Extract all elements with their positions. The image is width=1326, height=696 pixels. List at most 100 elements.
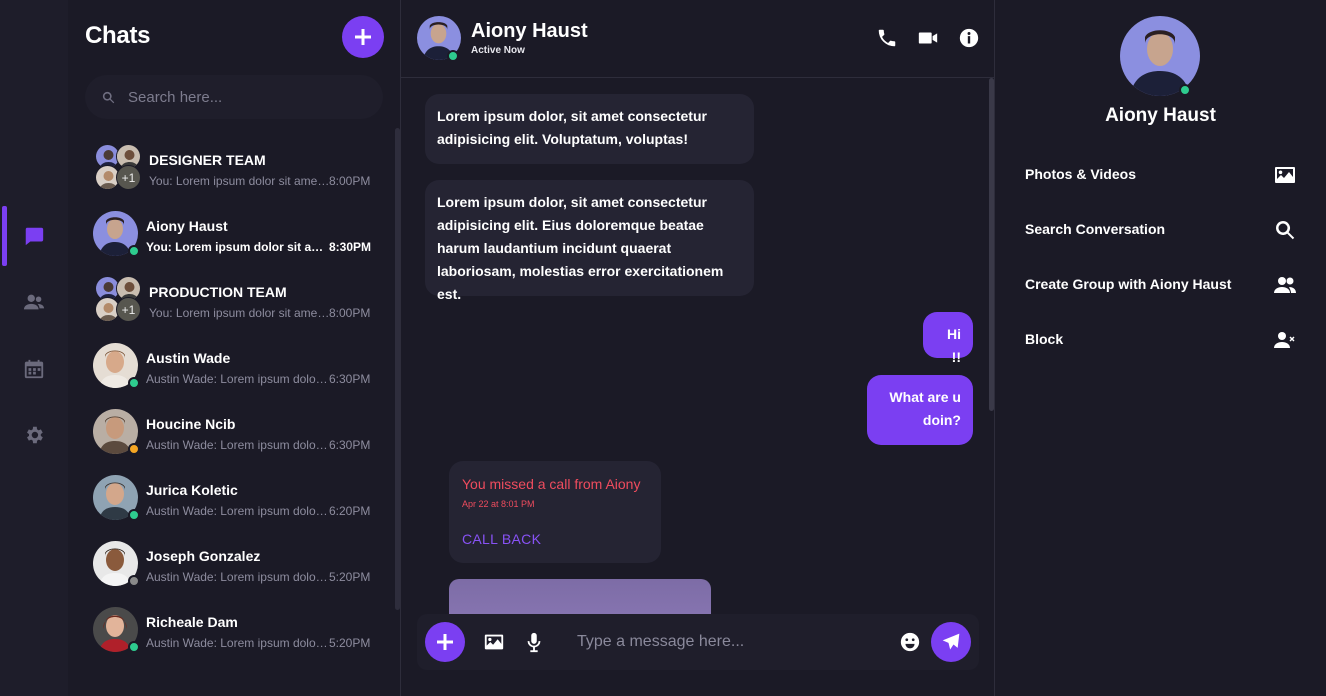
chat-name: Joseph Gonzalez: [146, 548, 261, 564]
chat-name: PRODUCTION TEAM: [149, 284, 287, 300]
contact-info-panel: Aiony Haust Photos & Videos Search Conve…: [995, 0, 1326, 696]
group-more-count: +1: [116, 165, 141, 190]
messages-scrollbar[interactable]: [989, 78, 994, 411]
message-input[interactable]: [577, 630, 877, 654]
chat-time: 6:30PM: [329, 438, 371, 452]
send-paper-plane-icon: [942, 633, 960, 650]
missed-call-time: Apr 22 at 8:01 PM: [462, 499, 535, 509]
plus-icon: [437, 634, 453, 650]
chat-item-joseph-gonzalez[interactable]: Joseph Gonzalez Austin Wade: Lorem ipsum…: [68, 530, 390, 596]
contact-status: Active Now: [471, 45, 525, 56]
info-row-block[interactable]: Block: [1025, 325, 1297, 355]
nav-contacts[interactable]: [0, 272, 68, 332]
contact-name: Aiony Haust: [1105, 105, 1216, 126]
call-back-button[interactable]: CALL BACK: [462, 531, 541, 547]
chat-item-houcine-ncib[interactable]: Houcine Ncib Austin Wade: Lorem ipsum do…: [68, 398, 390, 464]
chat-name: Houcine Ncib: [146, 416, 236, 432]
chat-time: 6:20PM: [329, 504, 371, 518]
chat-item-production-team[interactable]: +1 PRODUCTION TEAM You: Lorem ipsum dolo…: [68, 266, 390, 332]
chat-name: Jurica Koletic: [146, 482, 238, 498]
missed-call-title: You missed a call from Aiony: [462, 476, 641, 492]
block-user-icon: [1273, 328, 1297, 352]
emoji-smile-icon: [900, 632, 920, 652]
message-incoming: Lorem ipsum dolor, sit amet consectetur …: [425, 94, 754, 164]
message-list: Lorem ipsum dolor, sit amet consectetur …: [401, 78, 995, 614]
chat-time: 8:00PM: [329, 174, 371, 188]
group-icon: [1273, 273, 1297, 297]
nav-rail: [0, 0, 68, 696]
message-incoming: Lorem ipsum dolor, sit amet consectetur …: [425, 180, 754, 302]
chat-last-message: Austin Wade: Lorem ipsum dolor sit amet: [146, 504, 328, 518]
settings-gear-icon: [27, 426, 43, 444]
image-attachment[interactable]: [449, 579, 711, 614]
calendar-icon: [24, 359, 44, 379]
chats-title: Chats: [85, 22, 151, 49]
nav-calendar[interactable]: [0, 339, 68, 399]
status-online-indicator: [128, 509, 140, 521]
nav-settings[interactable]: [0, 405, 68, 465]
status-away-indicator: [128, 443, 140, 455]
video-call-button[interactable]: [917, 27, 939, 49]
chat-name: Austin Wade: [146, 350, 231, 366]
voice-call-button[interactable]: [876, 27, 898, 49]
chat-time: 8:00PM: [329, 306, 371, 320]
contacts-icon: [23, 294, 45, 310]
voice-message-button[interactable]: [523, 631, 545, 653]
status-online-indicator: [128, 641, 140, 653]
message-outgoing: What are u doin?: [867, 375, 973, 445]
info-icon: [959, 28, 979, 48]
chat-name: Aiony Haust: [146, 218, 228, 234]
message-composer: [417, 614, 979, 670]
chat-search: [85, 75, 383, 119]
new-chat-button[interactable]: [342, 16, 384, 58]
chat-time: 5:20PM: [329, 636, 371, 650]
status-online-indicator: [128, 377, 140, 389]
chat-name: Richeale Dam: [146, 614, 238, 630]
chat-item-jurica-koletic[interactable]: Jurica Koletic Austin Wade: Lorem ipsum …: [68, 464, 390, 530]
chat-bubble-icon: [25, 227, 44, 246]
attach-button[interactable]: [425, 622, 465, 662]
group-more-count: +1: [116, 297, 141, 322]
chat-item-aiony-haust[interactable]: Aiony Haust You: Lorem ipsum dolor sit a…: [68, 200, 390, 266]
chat-last-message: Austin Wade: Lorem ipsum dolor sit amet: [146, 372, 328, 386]
contact-info-button[interactable]: [958, 27, 980, 49]
info-row-search-conversation[interactable]: Search Conversation: [1025, 215, 1297, 245]
emoji-button[interactable]: [899, 631, 921, 653]
chat-item-designer-team[interactable]: +1 DESIGNER TEAM You: Lorem ipsum dolor …: [68, 134, 390, 200]
message-outgoing: Hi !!: [923, 312, 973, 365]
chat-time: 5:20PM: [329, 570, 371, 584]
status-offline-indicator: [128, 575, 140, 587]
status-online-indicator: [128, 245, 140, 257]
group-avatar: +1: [93, 274, 141, 322]
microphone-icon: [527, 632, 541, 653]
conversation-header: Aiony Haust Active Now: [401, 0, 995, 78]
send-button[interactable]: [931, 622, 971, 662]
search-icon: [1273, 218, 1297, 242]
send-image-button[interactable]: [483, 631, 505, 653]
chat-last-message: Austin Wade: Lorem ipsum dolor sit amet: [146, 570, 328, 584]
chat-last-message: You: Lorem ipsum dolor sit amet consecte…: [149, 306, 331, 320]
nav-chats[interactable]: [0, 206, 68, 266]
status-online-indicator: [447, 50, 459, 62]
chat-last-message: You: Lorem ipsum dolor sit amet consecte…: [146, 240, 328, 254]
chats-panel: Chats +1 DESIGNER TEAM You: Lorem ipsum …: [68, 0, 400, 696]
chat-time: 6:30PM: [329, 372, 371, 386]
chat-last-message: You: Lorem ipsum dolor sit amet consecte…: [149, 174, 331, 188]
missed-call-card: You missed a call from Aiony Apr 22 at 8…: [449, 461, 661, 563]
phone-icon: [878, 29, 896, 47]
chat-name: DESIGNER TEAM: [149, 152, 266, 168]
image-icon: [484, 634, 504, 650]
chat-last-message: Austin Wade: Lorem ipsum dolor sit amet: [146, 636, 328, 650]
search-icon: [102, 91, 115, 103]
status-online-indicator: [1179, 84, 1191, 96]
conversation-panel: Aiony Haust Active Now Lorem ipsum dolor…: [400, 0, 995, 696]
info-row-label: Create Group with Aiony Haust: [1025, 276, 1232, 292]
chat-item-austin-wade[interactable]: Austin Wade Austin Wade: Lorem ipsum dol…: [68, 332, 390, 398]
info-row-photos-videos[interactable]: Photos & Videos: [1025, 160, 1297, 190]
info-row-create-group[interactable]: Create Group with Aiony Haust: [1025, 270, 1297, 300]
contact-name: Aiony Haust: [471, 20, 588, 42]
chat-item-richeale-dam[interactable]: Richeale Dam Austin Wade: Lorem ipsum do…: [68, 596, 390, 662]
chat-time: 8:30PM: [329, 240, 372, 254]
search-input[interactable]: [128, 88, 368, 106]
image-icon: [1273, 163, 1297, 187]
